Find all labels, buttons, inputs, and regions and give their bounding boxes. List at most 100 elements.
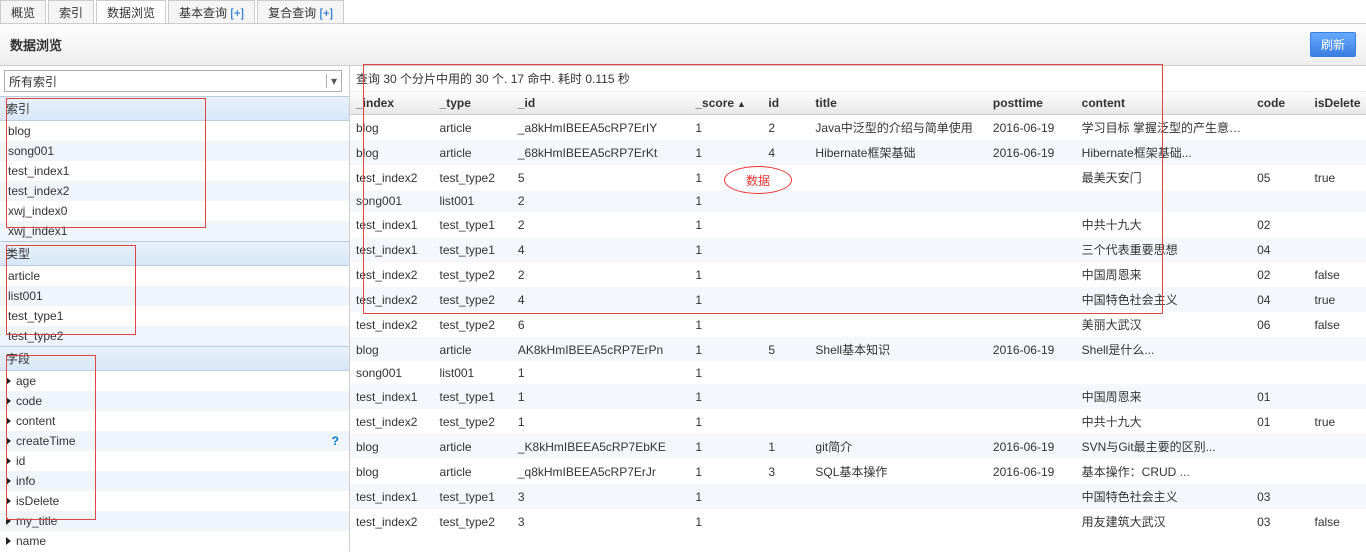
cell-id: 4 — [762, 140, 809, 165]
cell-content: 美丽大武汉 — [1076, 312, 1251, 337]
cell-isDelete: false — [1309, 312, 1366, 337]
col-score[interactable]: _score▲ — [689, 92, 762, 115]
main: 所有索引 ▾ 索引 blogsong001test_index1test_ind… — [0, 66, 1366, 551]
cell-id: 2 — [762, 115, 809, 141]
plus-icon: [+] — [230, 6, 244, 20]
sidebar-item-type[interactable]: test_type2 — [0, 326, 349, 346]
table-row[interactable]: test_index1test_type121中共十九大02 — [350, 212, 1366, 237]
cell-posttime — [987, 312, 1076, 337]
cell-_id: 1 — [512, 362, 690, 384]
sidebar-item-index[interactable]: test_index1 — [0, 161, 349, 181]
table-row[interactable]: test_index1test_type111中国周恩来01 — [350, 384, 1366, 409]
col-posttime[interactable]: posttime — [987, 92, 1076, 115]
cell-_index: blog — [350, 115, 434, 141]
col-type[interactable]: _type — [434, 92, 512, 115]
refresh-button[interactable]: 刷新 — [1310, 32, 1356, 57]
sidebar-item-field[interactable]: id — [0, 451, 349, 471]
cell-_index: test_index1 — [350, 237, 434, 262]
sidebar-item-index[interactable]: blog — [0, 121, 349, 141]
cell-_score: 1 — [689, 484, 762, 509]
table-row[interactable]: test_index1test_type141三个代表重要思想04 — [350, 237, 1366, 262]
sidebar-item-field[interactable]: content — [0, 411, 349, 431]
col-code[interactable]: code — [1251, 92, 1308, 115]
sidebar-item-field[interactable]: code — [0, 391, 349, 411]
cell-isDelete — [1309, 212, 1366, 237]
cell-_type: article — [434, 140, 512, 165]
tab-complex-query[interactable]: 复合查询 [+] — [257, 0, 344, 23]
tab-index[interactable]: 索引 — [48, 0, 94, 23]
sidebar-item-field[interactable]: name — [0, 531, 349, 551]
table-row[interactable]: blogarticleAK8kHmIBEEA5cRP7ErPn15Shell基本… — [350, 337, 1366, 362]
sidebar-item-index[interactable]: xwj_index0 — [0, 201, 349, 221]
col-id2[interactable]: id — [762, 92, 809, 115]
cell-_index: test_index1 — [350, 212, 434, 237]
sidebar-item-field[interactable]: my_title — [0, 511, 349, 531]
titlebar: 数据浏览 刷新 — [0, 24, 1366, 66]
table-row[interactable]: test_index2test_type261美丽大武汉06false — [350, 312, 1366, 337]
cell-posttime — [987, 237, 1076, 262]
cell-_type: article — [434, 337, 512, 362]
cell-_index: song001 — [350, 190, 434, 212]
cell-isDelete: true — [1309, 287, 1366, 312]
tab-overview[interactable]: 概览 — [0, 0, 46, 23]
cell-title — [809, 165, 987, 190]
cell-isDelete — [1309, 337, 1366, 362]
field-label: my_title — [16, 514, 57, 528]
field-label: id — [16, 454, 25, 468]
cell-_index: blog — [350, 140, 434, 165]
table-row[interactable]: test_index2test_type241中国特色社会主义04true — [350, 287, 1366, 312]
cell-_score: 1 — [689, 190, 762, 212]
table-row[interactable]: song001list00121 — [350, 190, 1366, 212]
cell-_score: 1 — [689, 262, 762, 287]
col-score-label: _score — [695, 96, 734, 110]
field-label: info — [16, 474, 35, 488]
sidebar-item-field[interactable]: isDelete — [0, 491, 349, 511]
cell-_type: list001 — [434, 190, 512, 212]
table-row[interactable]: song001list00111 — [350, 362, 1366, 384]
cell-title — [809, 287, 987, 312]
table-row[interactable]: blogarticle_K8kHmIBEEA5cRP7EbKE11git简介20… — [350, 434, 1366, 459]
cell-content: Shell是什么... — [1076, 337, 1251, 362]
triangle-right-icon — [6, 397, 11, 405]
cell-_score: 1 — [689, 434, 762, 459]
sidebar-item-index[interactable]: test_index2 — [0, 181, 349, 201]
sidebar-item-type[interactable]: article — [0, 266, 349, 286]
cell-posttime: 2016-06-19 — [987, 337, 1076, 362]
cell-id — [762, 262, 809, 287]
table-row[interactable]: blogarticle_q8kHmIBEEA5cRP7ErJr13SQL基本操作… — [350, 459, 1366, 484]
col-isdelete[interactable]: isDelete — [1309, 92, 1366, 115]
cell-_id: 2 — [512, 212, 690, 237]
table-row[interactable]: blogarticle_a8kHmIBEEA5cRP7ErIY12Java中泛型… — [350, 115, 1366, 141]
sidebar-item-field[interactable]: age — [0, 371, 349, 391]
col-index[interactable]: _index — [350, 92, 434, 115]
table-row[interactable]: test_index2test_type231用友建筑大武汉03false — [350, 509, 1366, 534]
tab-basic-query[interactable]: 基本查询 [+] — [168, 0, 255, 23]
sidebar-item-index[interactable]: xwj_index1 — [0, 221, 349, 241]
col-id[interactable]: _id — [512, 92, 690, 115]
table-row[interactable]: test_index2test_type221中国周恩来02false — [350, 262, 1366, 287]
help-icon[interactable]: ? — [332, 434, 345, 448]
triangle-right-icon — [6, 377, 11, 385]
cell-isDelete: true — [1309, 165, 1366, 190]
cell-title — [809, 262, 987, 287]
cell-id: 1 — [762, 434, 809, 459]
tab-browse[interactable]: 数据浏览 — [96, 0, 166, 23]
table-row[interactable]: blogarticle_68kHmIBEEA5cRP7ErKt14Hiberna… — [350, 140, 1366, 165]
sidebar-item-field[interactable]: createTime? — [0, 431, 349, 451]
cell-id — [762, 165, 809, 190]
col-title[interactable]: title — [809, 92, 987, 115]
table-row[interactable]: test_index2test_type211中共十九大01true — [350, 409, 1366, 434]
field-label: age — [16, 374, 36, 388]
col-content[interactable]: content — [1076, 92, 1251, 115]
cell-code: 02 — [1251, 262, 1308, 287]
index-dropdown[interactable]: 所有索引 ▾ — [4, 70, 342, 92]
sidebar-item-field[interactable]: info — [0, 471, 349, 491]
cell-id — [762, 484, 809, 509]
sidebar-item-type[interactable]: list001 — [0, 286, 349, 306]
cell-_type: test_type2 — [434, 262, 512, 287]
table-row[interactable]: test_index2test_type251最美天安门05true — [350, 165, 1366, 190]
sidebar-item-type[interactable]: test_type1 — [0, 306, 349, 326]
sidebar-item-index[interactable]: song001 — [0, 141, 349, 161]
table-row[interactable]: test_index1test_type131中国特色社会主义03 — [350, 484, 1366, 509]
cell-posttime: 2016-06-19 — [987, 459, 1076, 484]
